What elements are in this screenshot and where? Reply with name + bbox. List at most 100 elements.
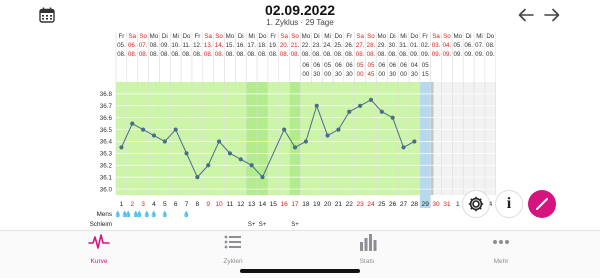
measure-time-minute: 00 xyxy=(324,71,331,78)
settings-button[interactable] xyxy=(462,190,490,218)
cycle-day-label: 26 xyxy=(389,201,397,208)
temperature-point[interactable] xyxy=(173,127,178,132)
temperature-point[interactable] xyxy=(292,145,298,150)
tab-stats[interactable]: Stats xyxy=(337,233,397,267)
info-button[interactable]: i xyxy=(495,190,523,218)
month-label: 08. xyxy=(291,51,300,58)
weekday-label: Sa xyxy=(356,33,364,40)
date-label: 21. xyxy=(291,42,300,49)
temperature-point[interactable] xyxy=(412,139,417,144)
tab-label: Zyklen xyxy=(223,258,243,265)
temperature-point[interactable] xyxy=(249,163,254,168)
date-label: 07. xyxy=(139,42,148,49)
cycle-end-marker xyxy=(430,82,434,195)
cycle-day-label: 24 xyxy=(367,201,375,208)
edit-button[interactable] xyxy=(528,190,556,218)
cycle-day-label: 11 xyxy=(226,201,233,208)
month-label: 08. xyxy=(171,51,180,58)
month-label: 09. xyxy=(464,51,473,58)
temperature-point[interactable] xyxy=(390,115,395,120)
month-label: 08. xyxy=(269,51,278,58)
temperature-point[interactable] xyxy=(141,127,146,132)
temperature-point[interactable] xyxy=(260,175,265,180)
date-label: 05. xyxy=(117,42,126,49)
temperature-point[interactable] xyxy=(227,151,233,156)
weekday-label: Fr xyxy=(346,33,352,40)
measure-time-minute: 15 xyxy=(422,71,429,78)
month-label: 08. xyxy=(150,51,159,58)
month-label: 08. xyxy=(388,51,397,58)
tab-kurve[interactable]: Kurve xyxy=(69,233,129,267)
temperature-point[interactable] xyxy=(195,175,200,180)
measure-time-hour: 05 xyxy=(368,62,375,69)
cycle-day-label: 16 xyxy=(281,201,289,208)
measure-time-minute: 00 xyxy=(378,71,385,78)
schleim-mark: S+ xyxy=(259,222,267,228)
temperature-point[interactable] xyxy=(162,139,167,144)
measure-time-minute: 00 xyxy=(357,71,364,78)
month-label: 08. xyxy=(312,51,321,58)
date-label: 18. xyxy=(258,42,267,49)
future-days-area xyxy=(433,82,496,195)
schleim-mark: S+ xyxy=(291,222,299,228)
month-label: 08. xyxy=(399,51,408,58)
temperature-point[interactable] xyxy=(130,121,135,126)
temperature-point[interactable] xyxy=(368,97,374,102)
date-label: 25. xyxy=(334,42,343,49)
date-label: 17. xyxy=(247,42,256,49)
temperature-point[interactable] xyxy=(325,133,330,138)
date-label: 24. xyxy=(323,42,332,49)
month-label: 08. xyxy=(139,51,148,58)
temperature-point[interactable] xyxy=(206,163,211,168)
tab-mehr[interactable]: Mehr xyxy=(471,233,531,267)
temperature-point[interactable] xyxy=(314,103,319,108)
measure-time-hour: 06 xyxy=(313,62,320,69)
temperature-point[interactable] xyxy=(358,103,363,108)
date-label: 26. xyxy=(345,42,354,49)
arrow-left-icon[interactable] xyxy=(517,7,535,23)
temperature-point[interactable] xyxy=(216,139,222,144)
cycle-day-label: 17 xyxy=(291,201,299,208)
month-label: 08. xyxy=(280,51,289,58)
temperature-point[interactable] xyxy=(151,133,157,138)
measure-time-hour: 06 xyxy=(389,62,396,69)
weekday-label: Sa xyxy=(128,33,136,40)
date-label: 30. xyxy=(388,42,397,49)
gear-icon xyxy=(468,196,484,212)
date-label: 23. xyxy=(312,42,321,49)
temperature-point[interactable] xyxy=(282,127,287,132)
temperature-point[interactable] xyxy=(119,145,124,150)
month-label: 08. xyxy=(323,51,332,58)
month-label: 08. xyxy=(226,51,235,58)
temperature-point[interactable] xyxy=(336,127,341,132)
weekday-label: Mi xyxy=(324,33,331,40)
info-icon: i xyxy=(506,195,512,212)
weekday-label: Sa xyxy=(204,33,212,40)
weekday-label: Fr xyxy=(422,33,428,40)
date-label: 27. xyxy=(356,42,365,49)
cycle-day-label: 14 xyxy=(259,201,267,208)
temperature-point[interactable] xyxy=(184,151,189,156)
weekday-label: Mo xyxy=(302,33,311,40)
temperature-point[interactable] xyxy=(401,145,406,150)
temperature-point[interactable] xyxy=(347,109,352,114)
cycle-day-label: 22 xyxy=(346,201,354,208)
month-label: 08. xyxy=(258,51,267,58)
temperature-point[interactable] xyxy=(238,157,243,162)
month-label: 08. xyxy=(247,51,256,58)
y-tick-label: 36.4 xyxy=(100,139,113,146)
arrow-right-icon[interactable] xyxy=(543,7,561,23)
date-label: 29. xyxy=(378,42,387,49)
month-label: 08. xyxy=(193,51,202,58)
measure-time-hour: 04 xyxy=(411,62,418,69)
weekday-label: Di xyxy=(390,33,396,40)
bar-chart-icon xyxy=(360,234,377,251)
temperature-point[interactable] xyxy=(303,139,308,144)
temperature-point[interactable] xyxy=(379,109,384,114)
date-label: 06. xyxy=(464,42,473,49)
cycle-day-label: 12 xyxy=(237,201,245,208)
date-label: 08. xyxy=(150,42,159,49)
tab-zyklen[interactable]: Zyklen xyxy=(203,233,263,267)
page-title: 02.09.2022 xyxy=(264,2,336,18)
measure-time-hour: 06 xyxy=(335,62,342,69)
